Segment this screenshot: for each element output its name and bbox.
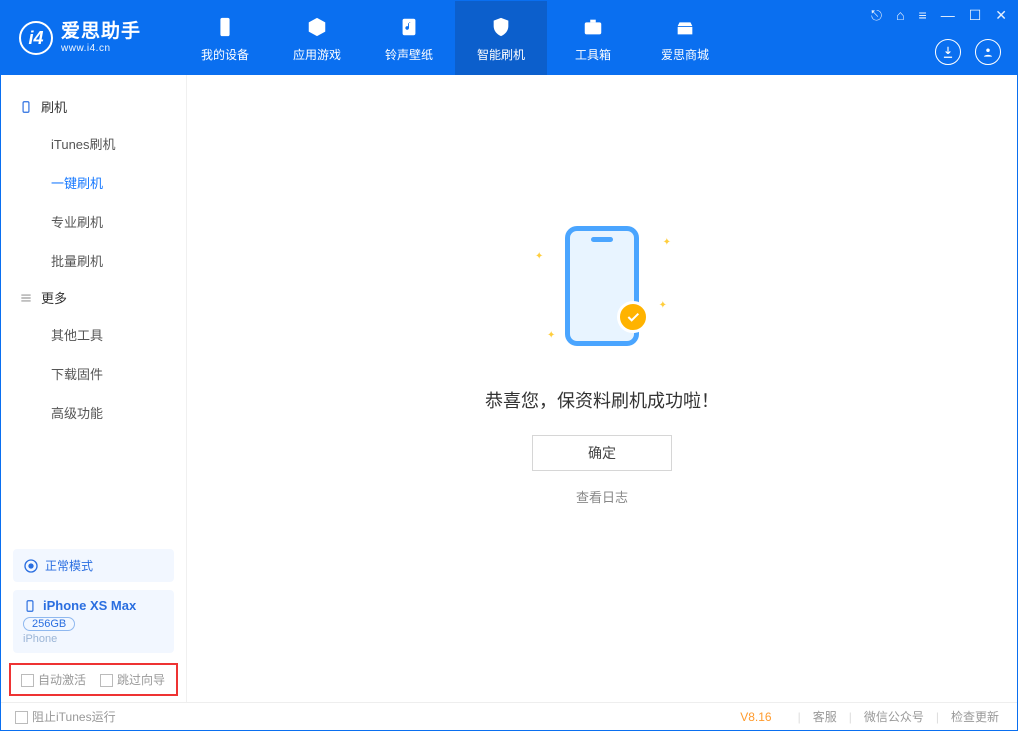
sidebar-item-pro[interactable]: 专业刷机: [1, 202, 186, 241]
footer-link-support[interactable]: 客服: [813, 708, 837, 725]
shield-refresh-icon: [488, 14, 514, 40]
checkbox-skip-guide[interactable]: 跳过向导: [100, 671, 165, 688]
group-label: 刷机: [41, 97, 67, 116]
sidebar: 刷机 iTunes刷机 一键刷机 专业刷机 批量刷机 更多 其他工具 下载固件 …: [1, 75, 187, 702]
device-capacity: 256GB: [23, 617, 75, 631]
sparkle-icon: ✦: [659, 300, 667, 311]
mode-label: 正常模式: [45, 557, 93, 574]
checkbox-label: 阻止iTunes运行: [32, 710, 116, 724]
tab-flash[interactable]: 智能刷机: [455, 1, 547, 75]
sparkle-icon: ✦: [663, 237, 671, 248]
tab-ringtones[interactable]: 铃声壁纸: [363, 1, 455, 75]
sidebar-item-download-fw[interactable]: 下载固件: [1, 354, 186, 393]
lock-icon[interactable]: ⌂: [896, 7, 904, 24]
sparkle-icon: ✦: [547, 330, 555, 341]
tab-label: 应用游戏: [293, 46, 341, 63]
maximize-button[interactable]: ☐: [969, 7, 982, 24]
tab-label: 智能刷机: [477, 46, 525, 63]
checkbox-label: 自动激活: [38, 673, 86, 687]
tab-apps[interactable]: 应用游戏: [271, 1, 363, 75]
brand-en: www.i4.cn: [61, 43, 141, 54]
minimize-button[interactable]: —: [941, 7, 955, 24]
brand-logo: i4 爱思助手 www.i4.cn: [1, 21, 159, 55]
mode-box[interactable]: 正常模式: [13, 549, 174, 582]
footer-link-wechat[interactable]: 微信公众号: [864, 708, 924, 725]
menu-icon[interactable]: ≡: [919, 7, 927, 24]
phone-icon: [212, 14, 238, 40]
tab-label: 铃声壁纸: [385, 46, 433, 63]
sidebar-item-other-tools[interactable]: 其他工具: [1, 315, 186, 354]
window-controls: ⎋ ⌂ ≡ — ☐ ✕: [871, 7, 1007, 24]
sidebar-item-batch[interactable]: 批量刷机: [1, 241, 186, 280]
header-right-icons: [935, 39, 1001, 65]
main-pane: ✦ ✦ ✦ ✦ 恭喜您，保资料刷机成功啦！ 确定 查看日志: [187, 75, 1017, 702]
tab-label: 工具箱: [575, 46, 611, 63]
group-label: 更多: [41, 288, 67, 307]
success-illustration: ✦ ✦ ✦ ✦: [527, 211, 677, 361]
footer-link-update[interactable]: 检查更新: [951, 708, 999, 725]
briefcase-icon: [580, 14, 606, 40]
checkbox-label: 跳过向导: [117, 673, 165, 687]
sidebar-group-flash: 刷机: [1, 89, 186, 124]
brand-cn: 爱思助手: [61, 22, 141, 43]
store-icon: [672, 14, 698, 40]
close-button[interactable]: ✕: [995, 7, 1007, 24]
sidebar-item-oneclick[interactable]: 一键刷机: [1, 163, 186, 202]
user-icon[interactable]: [975, 39, 1001, 65]
logo-icon: i4: [19, 21, 53, 55]
sidebar-group-more: 更多: [1, 280, 186, 315]
cube-icon: [304, 14, 330, 40]
sparkle-icon: ✦: [535, 251, 543, 262]
success-message: 恭喜您，保资料刷机成功啦！: [485, 387, 719, 413]
tab-toolbox[interactable]: 工具箱: [547, 1, 639, 75]
checkbox-auto-activate[interactable]: 自动激活: [21, 671, 86, 688]
tshirt-icon[interactable]: ⎋: [871, 7, 882, 24]
device-type: iPhone: [23, 633, 164, 645]
device-name: iPhone XS Max: [43, 598, 136, 613]
version-label: V8.16: [740, 710, 771, 724]
sidebar-item-advanced[interactable]: 高级功能: [1, 393, 186, 432]
device-box[interactable]: iPhone XS Max 256GB iPhone: [13, 590, 174, 653]
checkbox-block-itunes[interactable]: 阻止iTunes运行: [15, 708, 116, 725]
app-header: i4 爱思助手 www.i4.cn 我的设备 应用游戏 铃声壁纸: [1, 1, 1017, 75]
view-log-link[interactable]: 查看日志: [576, 487, 628, 506]
tab-label: 我的设备: [201, 46, 249, 63]
download-icon[interactable]: [935, 39, 961, 65]
top-tabs: 我的设备 应用游戏 铃声壁纸 智能刷机 工具箱: [179, 1, 731, 75]
sidebar-bottom-highlight: 自动激活 跳过向导: [9, 663, 178, 696]
sidebar-item-itunes[interactable]: iTunes刷机: [1, 124, 186, 163]
music-note-icon: [396, 14, 422, 40]
tab-label: 爱思商城: [661, 46, 709, 63]
check-badge-icon: [617, 301, 649, 333]
status-bar: 阻止iTunes运行 V8.16 | 客服 | 微信公众号 | 检查更新: [1, 702, 1017, 730]
tab-store[interactable]: 爱思商城: [639, 1, 731, 75]
ok-button[interactable]: 确定: [532, 435, 672, 471]
tab-my-device[interactable]: 我的设备: [179, 1, 271, 75]
